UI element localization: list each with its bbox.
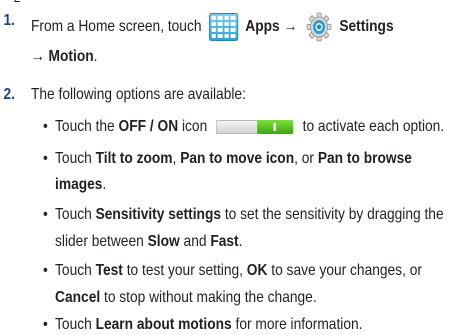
bullet-item-continued: Cancel to stop without making the change… [55,289,317,307]
bullet-dot: • [43,206,48,223]
motion-label: Motion [48,48,94,65]
tilt-to-zoom-label: Tilt to zoom [95,150,173,167]
bullet-text: slider between [55,233,144,250]
bullet-text: icon [181,118,208,135]
bullet-text: Touch [55,262,92,279]
bullet-text: , or [294,150,315,167]
step-1-line-2: → Motion. [31,48,98,66]
bullet-text: to activate each option. [302,118,445,135]
cancel-label: Cancel [55,289,101,306]
step-text: The following options are available: [30,86,246,103]
bullet-text: . [238,233,243,250]
apps-grid-icon [208,13,239,41]
bullet-text: Touch the [55,118,115,135]
bullet-text: and [183,233,207,250]
bullet-item: • Touch Learn about motions for more inf… [43,316,363,334]
pan-to-browse-label: Pan to browse [317,150,412,167]
ok-label: OK [246,262,268,279]
arrow: → [283,18,298,36]
settings-gear-icon [306,12,332,42]
bullet-dot: • [43,316,48,333]
off-on-label: OFF / ON [118,118,179,135]
period: . [93,48,98,65]
step-1-line-1: From a Home screen, touch Apps → Setting… [31,12,394,42]
images-label: images [55,176,103,193]
bullet-text: . [102,176,107,193]
bullet-text: for more information. [235,316,363,333]
bullet-text: Touch [55,150,92,167]
bullet-text: Touch [55,316,92,333]
fast-label: Fast [210,233,239,250]
learn-about-motions-label: Learn about motions [95,316,232,333]
off-on-toggle-icon [216,119,294,134]
arrow: → [30,48,45,65]
bullet-item: • Touch the OFF / ON icon to activate ea… [43,118,445,136]
bullet-text: to set the sensitivity by dragging the [224,206,444,223]
instruction-page: 2 1. From a Home screen, touch Apps → [0,0,444,335]
step-number: 2. [3,86,15,103]
bullet-text: , [172,150,177,167]
bullet-item-continued: images. [55,176,106,194]
bullet-text: to stop without making the change. [103,289,317,306]
step-text: From a Home screen, touch [30,18,202,36]
bullet-item: • Touch Tilt to zoom, Pan to move icon, … [43,150,412,168]
bullet-text: to test your setting, [126,262,243,279]
bullet-dot: • [43,118,48,135]
cropped-heading-fragment: 2 [14,0,21,5]
apps-label: Apps [245,18,280,36]
bullet-dot: • [43,150,48,167]
settings-label: Settings [339,18,394,36]
step-number: 1. [3,12,15,29]
bullet-text: to save your changes, or [271,262,422,279]
bullet-item: • Touch Test to test your setting, OK to… [43,262,422,280]
bullet-text: Touch [55,206,92,223]
pan-to-move-icon-label: Pan to move icon [180,150,295,167]
slow-label: Slow [147,233,180,250]
bullet-dot: • [43,262,48,279]
bullet-item-continued: slider between Slow and Fast. [55,233,242,251]
bullet-item: • Touch Sensitivity settings to set the … [43,206,444,224]
test-label: Test [95,262,123,279]
sensitivity-settings-label: Sensitivity settings [95,206,222,223]
